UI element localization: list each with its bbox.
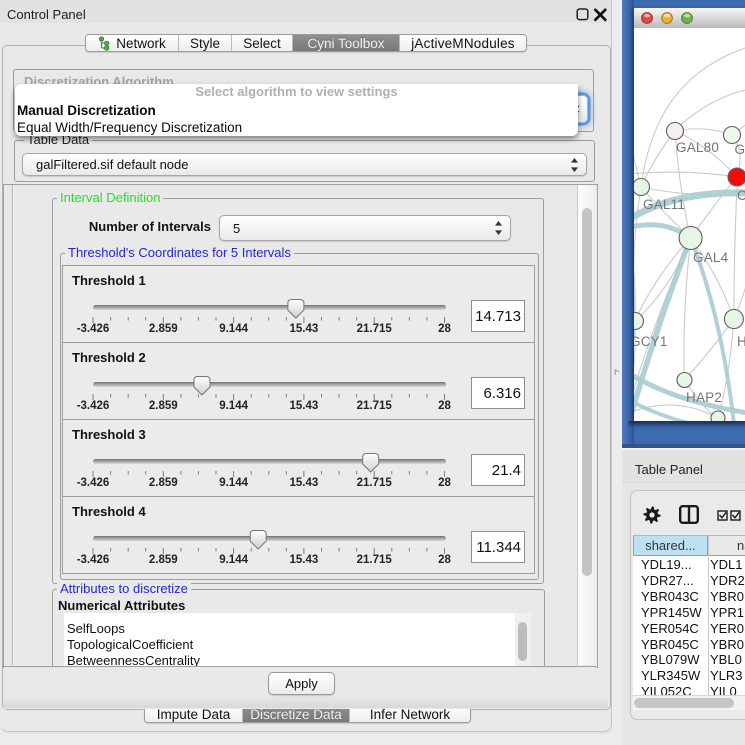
svg-text:GCY1: GCY1: [634, 334, 668, 349]
svg-text:H: H: [737, 334, 745, 349]
svg-text:GA: GA: [735, 142, 745, 157]
svg-text:HAP2: HAP2: [686, 390, 722, 405]
svg-text:GAL4: GAL4: [693, 250, 729, 265]
svg-text:C: C: [737, 188, 745, 203]
svg-text:GAL11: GAL11: [643, 197, 685, 212]
svg-text:GAL80: GAL80: [676, 140, 719, 155]
